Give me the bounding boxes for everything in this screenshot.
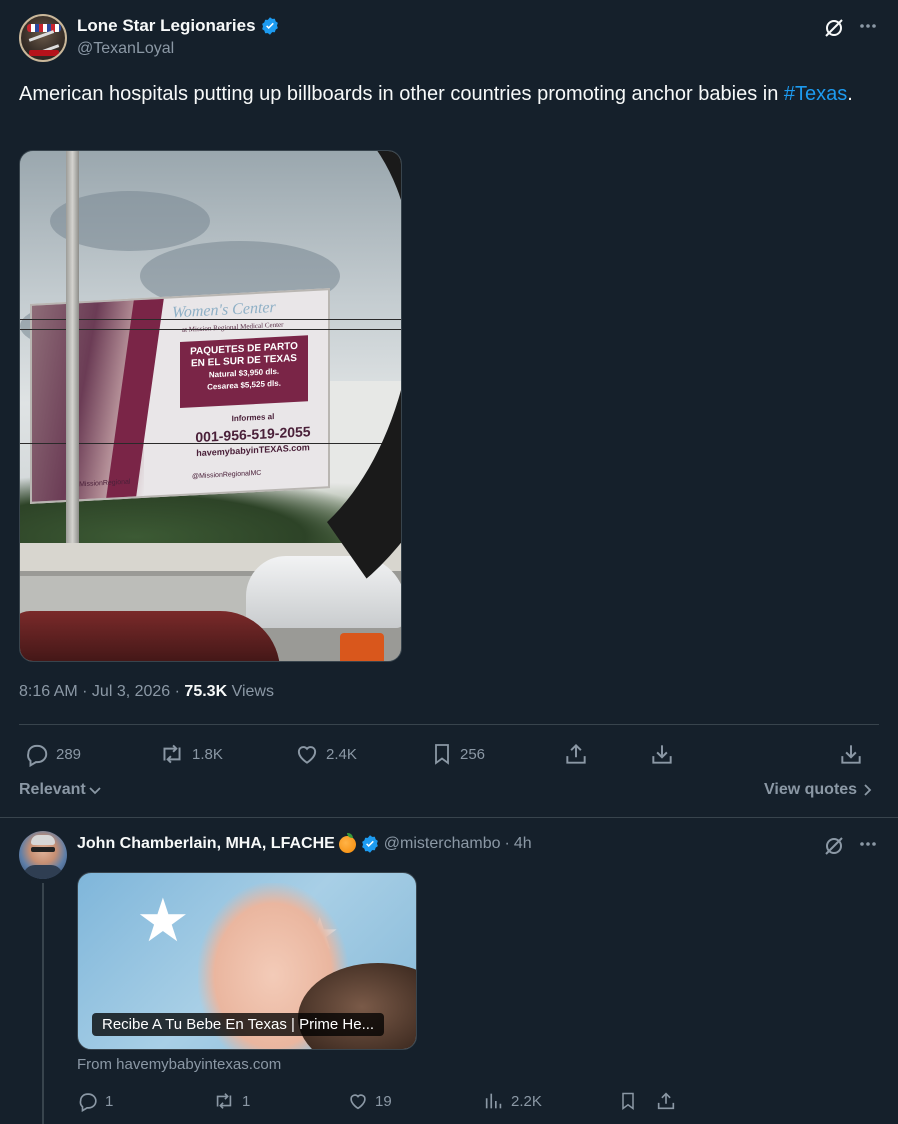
more-options-icon[interactable]: [858, 834, 878, 854]
chevron-right-icon: [861, 783, 873, 797]
author-handle[interactable]: @TexanLoyal: [77, 40, 174, 58]
verified-badge-icon: [260, 16, 280, 36]
views-label: Views: [231, 683, 274, 700]
post-timestamp: 8:16 AM · Jul 3, 2026 · 75.3K Views: [19, 683, 274, 700]
reply-reply-count: 1: [105, 1092, 114, 1110]
like-button[interactable]: 2.4K: [294, 741, 357, 767]
reply-author-handle[interactable]: @misterchambo: [384, 835, 501, 853]
reply-time[interactable]: 4h: [514, 835, 532, 853]
view-quotes-link[interactable]: View quotes: [764, 781, 873, 799]
reply-share-button[interactable]: [655, 1090, 677, 1112]
bookmark-button[interactable]: 256: [430, 741, 485, 767]
reply-author-name[interactable]: John Chamberlain, MHA, LFACHE: [77, 835, 335, 853]
download-button-secondary[interactable]: [838, 741, 864, 767]
link-card-source[interactable]: From havemybabyintexas.com: [77, 1056, 281, 1073]
star-shape: ★: [136, 887, 190, 954]
verified-badge-icon: [360, 834, 380, 854]
hashtag-link[interactable]: #Texas: [784, 83, 847, 105]
chevron-down-icon: [88, 783, 102, 797]
reply-like-button[interactable]: 19: [347, 1090, 392, 1112]
author-name[interactable]: Lone Star Legionaries: [77, 16, 256, 36]
post-date[interactable]: Jul 3, 2026: [92, 683, 170, 700]
author-name-row[interactable]: Lone Star Legionaries: [77, 16, 280, 36]
grok-icon[interactable]: [822, 834, 846, 858]
heart-icon: [347, 1090, 369, 1112]
reply-avatar[interactable]: [19, 831, 67, 879]
share-icon: [655, 1090, 677, 1112]
download-icon: [649, 741, 675, 767]
share-button[interactable]: [563, 741, 589, 767]
repost-icon: [212, 1090, 236, 1112]
reply-bookmark-button[interactable]: [618, 1090, 638, 1112]
download-icon: [838, 741, 864, 767]
reply-repost-button[interactable]: 1: [212, 1090, 250, 1112]
repost-count: 1.8K: [192, 745, 223, 763]
bookmark-icon: [618, 1090, 638, 1112]
reply-icon: [77, 1090, 99, 1112]
heart-icon: [294, 741, 320, 767]
link-card[interactable]: ★ ★ Recibe A Tu Bebe En Texas | Prime He…: [77, 872, 417, 1050]
sort-dropdown[interactable]: Relevant: [19, 781, 102, 799]
like-count: 2.4K: [326, 745, 357, 763]
download-button[interactable]: [649, 741, 675, 767]
reply-button[interactable]: 289: [24, 741, 81, 767]
avatar[interactable]: [19, 14, 67, 62]
reply-views-count: 2.2K: [511, 1092, 542, 1110]
analytics-icon: [483, 1090, 505, 1112]
reply-author-row: John Chamberlain, MHA, LFACHE @mistercha…: [77, 832, 532, 854]
thread-line: [42, 883, 44, 1124]
reply-icon: [24, 741, 50, 767]
orange-emoji-icon: [338, 832, 356, 853]
more-options-icon[interactable]: [858, 16, 878, 36]
repost-button[interactable]: 1.8K: [158, 741, 223, 767]
views-count: 75.3K: [184, 683, 228, 700]
post-photo[interactable]: Women's Center at Mission Regional Medic…: [19, 150, 402, 662]
sort-label: Relevant: [19, 781, 86, 798]
grok-icon[interactable]: [822, 16, 846, 40]
post-text: American hospitals putting up billboards…: [19, 83, 853, 105]
bookmark-count: 256: [460, 745, 486, 763]
bookmark-icon: [430, 741, 454, 767]
reply-count: 289: [56, 745, 82, 763]
repost-icon: [158, 741, 186, 767]
reply-reply-button[interactable]: 1: [77, 1090, 113, 1112]
view-quotes-label: View quotes: [764, 781, 858, 798]
link-card-title: Recibe A Tu Bebe En Texas | Prime He...: [92, 1013, 385, 1036]
reply-repost-count: 1: [242, 1092, 251, 1110]
reply-views-button[interactable]: 2.2K: [483, 1090, 542, 1112]
reply-like-count: 19: [375, 1092, 392, 1110]
post-time[interactable]: 8:16 AM: [19, 683, 78, 700]
share-icon: [563, 741, 589, 767]
